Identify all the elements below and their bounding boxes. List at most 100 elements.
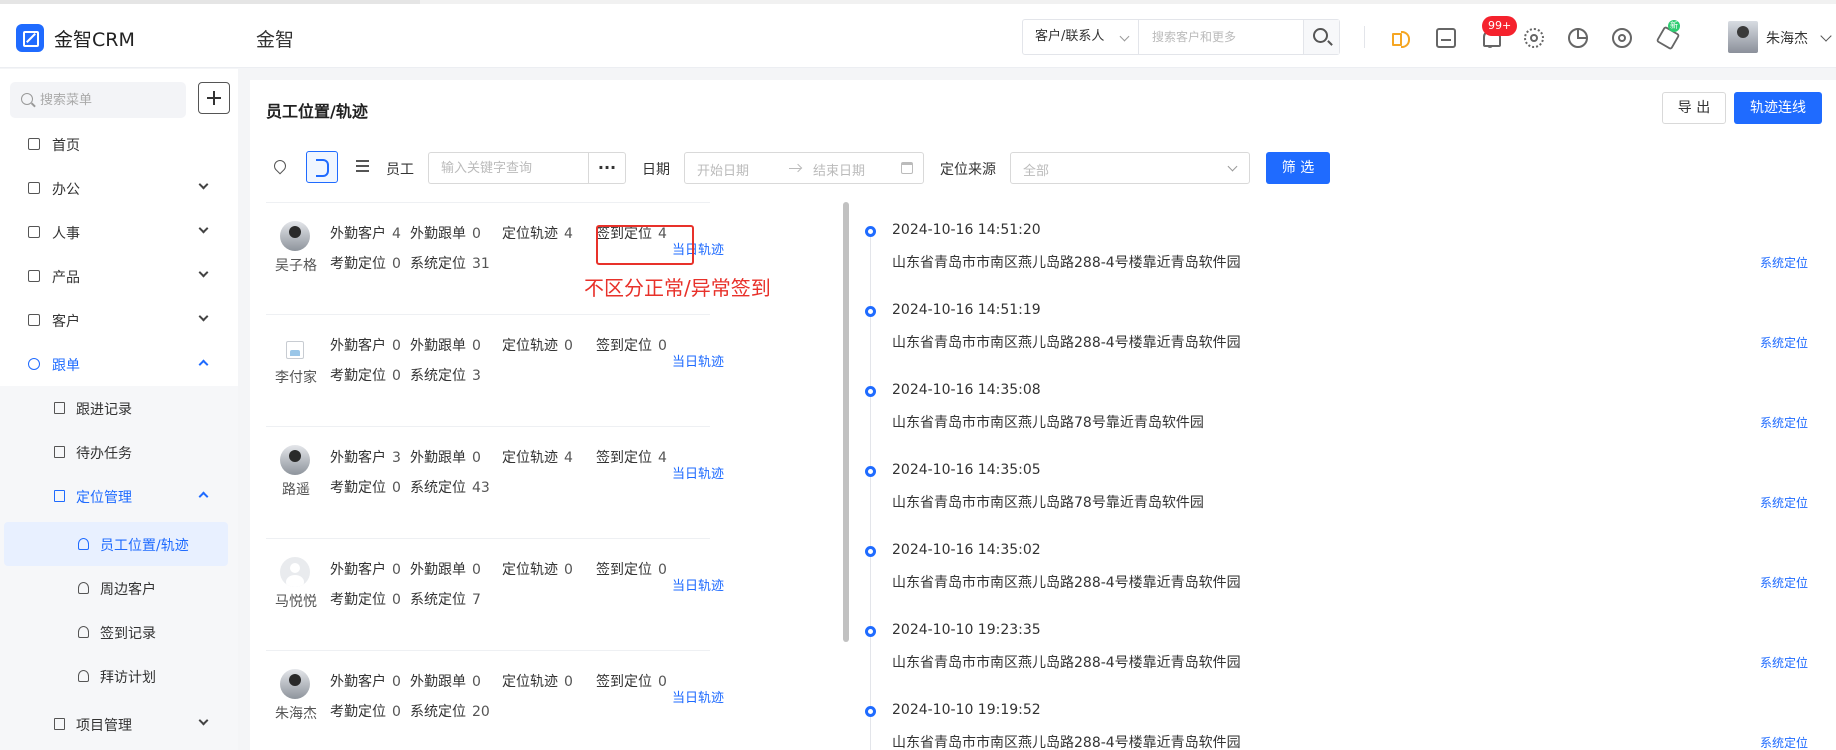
timeline-source[interactable]: 系统定位	[1760, 414, 1808, 431]
timeline-dot-icon	[865, 386, 876, 397]
more-options-button[interactable]: ···	[588, 152, 626, 184]
browser-icon[interactable]	[1612, 28, 1632, 48]
sidebar-item-project[interactable]: 项目管理	[0, 702, 238, 746]
chevron-down-icon	[198, 715, 209, 726]
date-range-picker[interactable]: 开始日期 结束日期	[684, 152, 924, 184]
building-icon	[28, 314, 40, 326]
sidebar-item-home[interactable]: 首页	[0, 122, 238, 166]
sidebar-item-nearby[interactable]: 周边客户	[0, 566, 238, 610]
company-name: 金智	[256, 29, 295, 51]
employee-filter-label: 员工	[386, 162, 414, 178]
timeline-source[interactable]: 系统定位	[1760, 654, 1808, 671]
office-icon	[28, 182, 40, 194]
source-filter-label: 定位来源	[940, 162, 996, 178]
timeline-address: 山东省青岛市市南区燕儿岛路288-4号楼靠近青岛软件园	[892, 335, 1241, 351]
user-avatar[interactable]	[1728, 21, 1758, 53]
sidebar-item-label: 办公	[52, 182, 80, 198]
search-type-select[interactable]: 客户/联系人	[1023, 20, 1139, 54]
pie-chart-icon[interactable]	[1568, 28, 1588, 48]
export-button[interactable]: 导 出	[1662, 92, 1726, 124]
today-track-link[interactable]: 当日轨迹	[672, 351, 724, 370]
gear-icon[interactable]	[1524, 28, 1544, 48]
sidebar-item-employee-track[interactable]: 员工位置/轨迹	[4, 522, 228, 566]
stat-checkin: 签到定位 0	[596, 562, 667, 578]
sidebar-item-checkin[interactable]: 签到记录	[0, 610, 238, 654]
speaker-icon[interactable]	[1390, 28, 1410, 48]
timeline-address: 山东省青岛市市南区燕儿岛路288-4号楼靠近青岛软件园	[892, 655, 1241, 671]
stat-attendance: 考勤定位 0	[330, 368, 401, 384]
inbox-icon[interactable]	[1436, 28, 1456, 48]
route-view-button[interactable]	[306, 151, 338, 183]
list-icon[interactable]	[356, 160, 369, 172]
today-track-link[interactable]: 当日轨迹	[672, 575, 724, 594]
stat-checkin: 签到定位 0	[596, 338, 667, 354]
stat-track: 定位轨迹 0	[502, 338, 573, 354]
filter-button[interactable]: 筛 选	[1266, 152, 1330, 184]
chevron-down-icon	[198, 311, 209, 322]
search-icon	[21, 93, 33, 105]
source-select[interactable]: 全部	[1010, 152, 1250, 184]
search-type-label: 客户/联系人	[1035, 29, 1105, 44]
employee-list-scrollbar[interactable]	[843, 202, 849, 642]
timeline-source[interactable]: 系统定位	[1760, 254, 1808, 271]
today-track-link[interactable]: 当日轨迹	[672, 687, 724, 706]
search-button[interactable]	[1303, 20, 1339, 54]
sidebar: 首页 办公 人事 产品 客户 跟单 跟进记录 待办任务 定位管理 员工位置/轨迹…	[0, 69, 238, 750]
sidebar-item-label: 签到记录	[100, 626, 156, 642]
sidebar-item-visit-plan[interactable]: 拜访计划	[0, 654, 238, 698]
timeline-source[interactable]: 系统定位	[1760, 734, 1808, 750]
document-icon	[78, 670, 89, 682]
sidebar-item-hr[interactable]: 人事	[0, 210, 238, 254]
stat-attendance: 考勤定位 0	[330, 704, 401, 720]
chevron-down-icon	[198, 179, 209, 190]
today-track-link[interactable]: 当日轨迹	[672, 463, 724, 482]
stat-field-order: 外勤跟单 0	[410, 450, 481, 466]
employee-row[interactable]: 李付家 外勤客户 0 外勤跟单 0 定位轨迹 0 签到定位 0 考勤定位 0 系统定位 3 …	[266, 314, 724, 426]
timeline-time: 2024-10-10 19:23:35	[892, 622, 1041, 638]
sidebar-item-office[interactable]: 办公	[0, 166, 238, 210]
sidebar-item-label: 周边客户	[100, 582, 156, 598]
chevron-down-icon	[198, 267, 209, 278]
username[interactable]: 朱海杰	[1766, 28, 1808, 48]
timeline-time: 2024-10-16 14:35:05	[892, 462, 1041, 478]
timeline-source[interactable]: 系统定位	[1760, 494, 1808, 511]
sidebar-item-todo[interactable]: 待办任务	[0, 430, 238, 474]
stat-field-customer: 外勤客户 4	[330, 226, 401, 242]
location-timeline: 2024-10-16 14:51:20 山东省青岛市市南区燕儿岛路288-4号楼靠…	[858, 200, 1836, 750]
employee-name: 马悦悦	[275, 594, 317, 610]
global-search-input[interactable]	[1140, 20, 1304, 54]
stat-track: 定位轨迹 4	[502, 450, 573, 466]
employee-row[interactable]: 马悦悦 外勤客户 0 外勤跟单 0 定位轨迹 0 签到定位 0 考勤定位 0 系统定位 7 …	[266, 538, 724, 650]
add-menu-button[interactable]	[198, 82, 230, 114]
stat-field-order: 外勤跟单 0	[410, 226, 481, 242]
timeline-source[interactable]: 系统定位	[1760, 334, 1808, 351]
employee-row[interactable]: 朱海杰 外勤客户 0 外勤跟单 0 定位轨迹 0 签到定位 0 考勤定位 0 系统定位 20…	[266, 650, 724, 750]
stat-field-order: 外勤跟单 0	[410, 562, 481, 578]
sidebar-item-label: 拜访计划	[100, 670, 156, 686]
sidebar-item-followup-group[interactable]: 跟单	[0, 342, 238, 386]
chevron-down-icon	[1227, 161, 1238, 172]
timeline-time: 2024-10-16 14:51:19	[892, 302, 1041, 318]
chevron-down-icon[interactable]	[1820, 30, 1832, 42]
sidebar-item-product[interactable]: 产品	[0, 254, 238, 298]
timeline-item: 2024-10-16 14:35:08 山东省青岛市市南区燕儿岛路78号靠近青岛软…	[858, 360, 1836, 440]
top-header: 金智CRM 金智 客户/联系人 99+ 新 朱海杰	[0, 4, 1836, 68]
employee-row[interactable]: 路遥 外勤客户 3 外勤跟单 0 定位轨迹 4 签到定位 4 考勤定位 0 系统定位 43 …	[266, 426, 724, 538]
sidebar-item-followup-records[interactable]: 跟进记录	[0, 386, 238, 430]
employee-avatar	[280, 445, 310, 475]
map-pin-icon[interactable]	[271, 157, 289, 175]
end-date-placeholder: 结束日期	[813, 164, 866, 179]
keyword-input[interactable]	[428, 152, 588, 184]
sidebar-item-location-mgmt[interactable]: 定位管理	[0, 474, 238, 518]
stat-attendance: 考勤定位 0	[330, 256, 401, 272]
start-date-placeholder: 开始日期	[697, 164, 750, 179]
timeline-source[interactable]: 系统定位	[1760, 574, 1808, 591]
sidebar-item-label: 项目管理	[76, 718, 132, 734]
timeline-address: 山东省青岛市市南区燕儿岛路288-4号楼靠近青岛软件园	[892, 575, 1241, 591]
track-line-button[interactable]: 轨迹连线	[1734, 92, 1822, 124]
menu-search-input[interactable]	[40, 82, 180, 118]
annotation-text: 不区分正常/异常签到	[584, 276, 771, 300]
timeline-time: 2024-10-10 19:19:52	[892, 702, 1041, 718]
chevron-up-icon	[198, 491, 209, 502]
sidebar-item-customer[interactable]: 客户	[0, 298, 238, 342]
